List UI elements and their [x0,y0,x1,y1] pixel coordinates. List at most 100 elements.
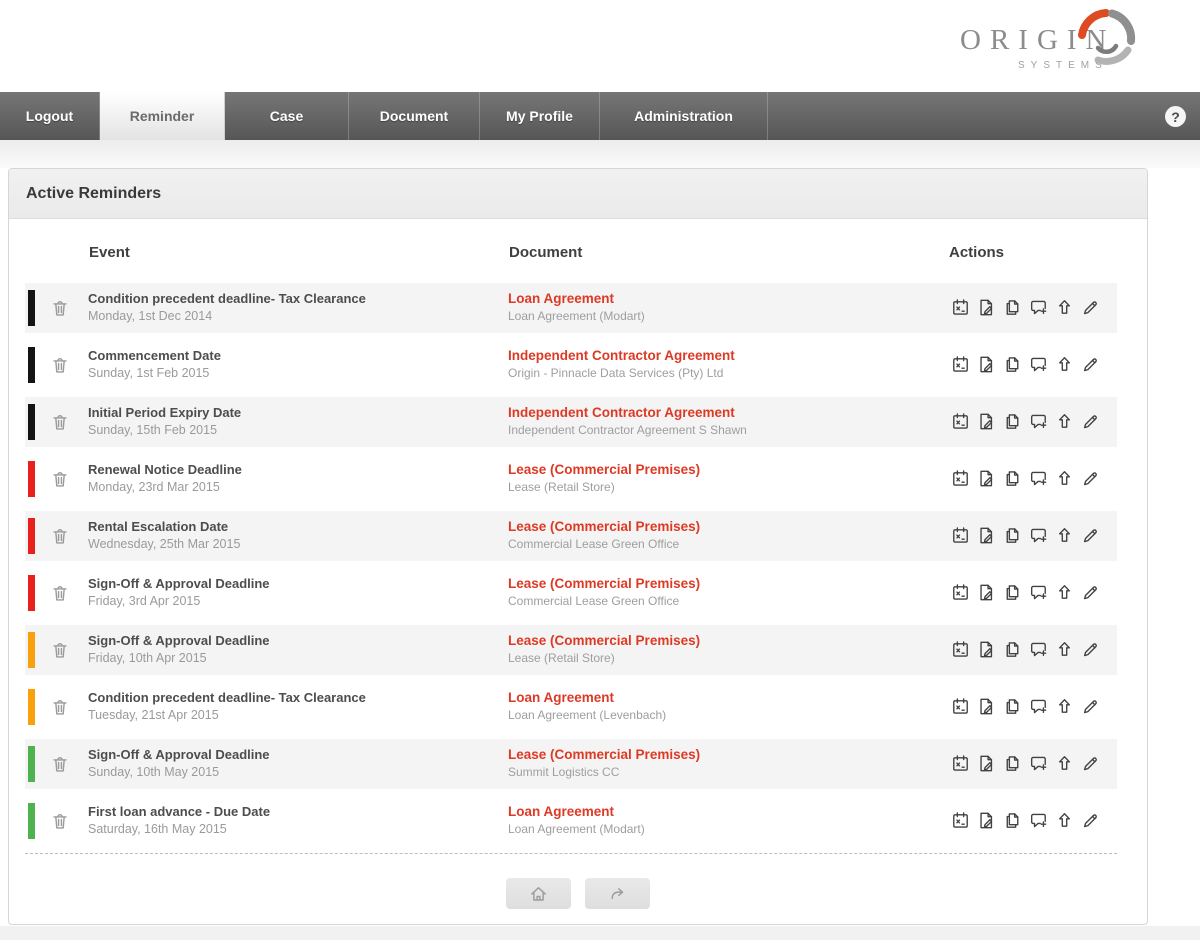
upload-icon[interactable] [1054,696,1080,718]
calendar-icon[interactable] [950,810,976,832]
copy-icon[interactable] [1002,639,1028,661]
document-link[interactable]: Lease (Commercial Premises) [508,746,700,764]
document-link[interactable]: Lease (Commercial Premises) [508,632,700,650]
calendar-icon[interactable] [950,354,976,376]
trash-icon[interactable] [49,468,71,490]
document-cell: Lease (Commercial Premises) Commercial L… [508,518,700,553]
document-link[interactable]: Lease (Commercial Premises) [508,575,700,593]
calendar-icon[interactable] [950,525,976,547]
pencil-icon[interactable] [1080,468,1106,490]
pencil-icon[interactable] [1080,639,1106,661]
tab-administration[interactable]: Administration [600,92,768,140]
upload-icon[interactable] [1054,582,1080,604]
document-link[interactable]: Independent Contractor Agreement [508,404,747,422]
copy-icon[interactable] [1002,696,1028,718]
document-link[interactable]: Independent Contractor Agreement [508,347,735,365]
calendar-icon[interactable] [950,696,976,718]
upload-icon[interactable] [1054,411,1080,433]
event-cell: Sign-Off & Approval Deadline Friday, 10t… [88,632,270,667]
add-comment-icon[interactable] [1028,639,1054,661]
document-subtitle: Loan Agreement (Levenbach) [508,708,667,722]
pencil-icon[interactable] [1080,525,1106,547]
add-comment-icon[interactable] [1028,354,1054,376]
add-comment-icon[interactable] [1028,810,1054,832]
add-comment-icon[interactable] [1028,753,1054,775]
tab-logout[interactable]: Logout [0,92,100,140]
calendar-icon[interactable] [950,411,976,433]
trash-icon[interactable] [49,411,71,433]
document-edit-icon[interactable] [976,810,1002,832]
event-date: Friday, 10th Apr 2015 [88,651,207,665]
home-button[interactable] [505,878,571,909]
trash-icon[interactable] [49,696,71,718]
copy-icon[interactable] [1002,297,1028,319]
document-link[interactable]: Lease (Commercial Premises) [508,461,700,479]
tab-document[interactable]: Document [349,92,480,140]
copy-icon[interactable] [1002,525,1028,547]
event-cell: First loan advance - Due Date Saturday, … [88,803,270,838]
calendar-icon[interactable] [950,639,976,661]
document-link[interactable]: Lease (Commercial Premises) [508,518,700,536]
forward-button[interactable] [585,878,651,909]
upload-icon[interactable] [1054,753,1080,775]
trash-icon[interactable] [49,354,71,376]
trash-icon[interactable] [49,582,71,604]
row-actions [950,696,1106,718]
upload-icon[interactable] [1054,354,1080,376]
upload-icon[interactable] [1054,639,1080,661]
tab-case[interactable]: Case [225,92,349,140]
calendar-icon[interactable] [950,753,976,775]
copy-icon[interactable] [1002,753,1028,775]
document-link[interactable]: Loan Agreement [508,689,666,707]
tab-reminder[interactable]: Reminder [100,92,225,140]
page-header: ORIGIN SYSTEMS [0,0,1200,92]
add-comment-icon[interactable] [1028,696,1054,718]
trash-icon[interactable] [49,525,71,547]
calendar-icon[interactable] [950,582,976,604]
document-edit-icon[interactable] [976,582,1002,604]
copy-icon[interactable] [1002,582,1028,604]
pencil-icon[interactable] [1080,354,1106,376]
trash-icon[interactable] [49,639,71,661]
pencil-icon[interactable] [1080,297,1106,319]
copy-icon[interactable] [1002,354,1028,376]
document-subtitle: Independent Contractor Agreement S Shawn [508,423,747,437]
document-edit-icon[interactable] [976,354,1002,376]
document-edit-icon[interactable] [976,411,1002,433]
pencil-icon[interactable] [1080,753,1106,775]
document-edit-icon[interactable] [976,468,1002,490]
upload-icon[interactable] [1054,525,1080,547]
document-edit-icon[interactable] [976,525,1002,547]
trash-icon[interactable] [49,810,71,832]
add-comment-icon[interactable] [1028,582,1054,604]
document-edit-icon[interactable] [976,753,1002,775]
event-title: Initial Period Expiry Date [88,405,242,420]
upload-icon[interactable] [1054,468,1080,490]
document-link[interactable]: Loan Agreement [508,290,645,308]
document-edit-icon[interactable] [976,696,1002,718]
add-comment-icon[interactable] [1028,411,1054,433]
upload-icon[interactable] [1054,297,1080,319]
upload-icon[interactable] [1054,810,1080,832]
add-comment-icon[interactable] [1028,525,1054,547]
status-color-bar [28,404,35,440]
document-edit-icon[interactable] [976,639,1002,661]
column-header-actions: Actions [949,244,1005,261]
tab-my-profile[interactable]: My Profile [480,92,600,140]
add-comment-icon[interactable] [1028,468,1054,490]
copy-icon[interactable] [1002,468,1028,490]
pencil-icon[interactable] [1080,810,1106,832]
trash-icon[interactable] [49,753,71,775]
calendar-icon[interactable] [950,297,976,319]
pencil-icon[interactable] [1080,696,1106,718]
document-edit-icon[interactable] [976,297,1002,319]
copy-icon[interactable] [1002,810,1028,832]
calendar-icon[interactable] [950,468,976,490]
pencil-icon[interactable] [1080,411,1106,433]
add-comment-icon[interactable] [1028,297,1054,319]
help-button[interactable]: ? [1165,106,1186,127]
trash-icon[interactable] [49,297,71,319]
document-link[interactable]: Loan Agreement [508,803,645,821]
pencil-icon[interactable] [1080,582,1106,604]
copy-icon[interactable] [1002,411,1028,433]
